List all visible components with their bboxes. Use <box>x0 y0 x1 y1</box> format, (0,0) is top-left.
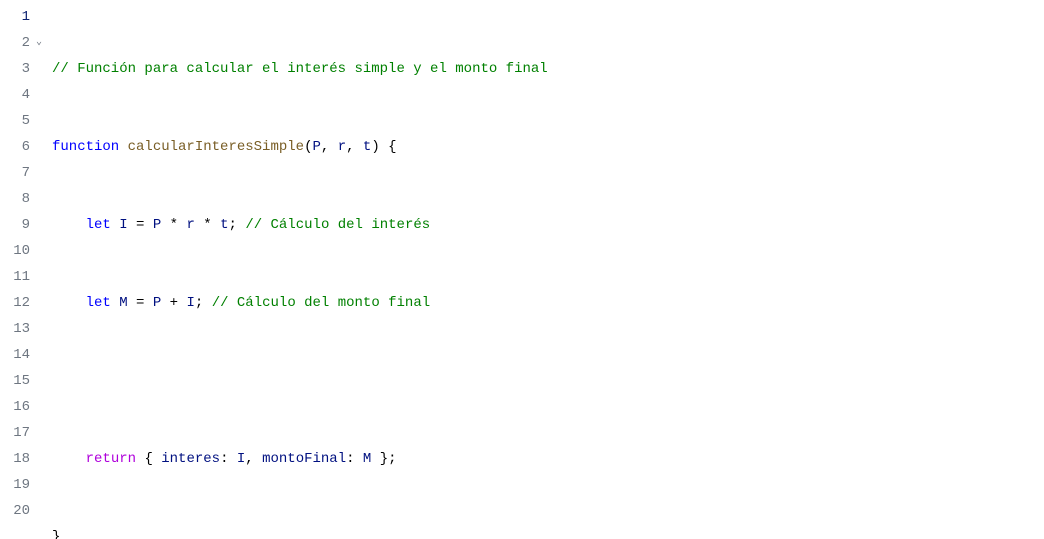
code-line: let M = P + I; // Cálculo del monto fina… <box>52 290 1044 316</box>
code-editor[interactable]: 1 2⌄ 3 4 5 6 7 8 9 10 11 12 13 14 15 16 … <box>0 0 1044 539</box>
fold-icon[interactable]: ⌄ <box>36 30 42 56</box>
line-number: 14 <box>0 342 40 368</box>
line-number: 6 <box>0 134 40 160</box>
code-line: let I = P * r * t; // Cálculo del interé… <box>52 212 1044 238</box>
line-number: 15 <box>0 368 40 394</box>
line-number: 3 <box>0 56 40 82</box>
code-line: } <box>52 524 1044 539</box>
code-content[interactable]: // Función para calcular el interés simp… <box>40 0 1044 539</box>
line-number: 9 <box>0 212 40 238</box>
line-number: 1 <box>0 4 40 30</box>
line-number-gutter: 1 2⌄ 3 4 5 6 7 8 9 10 11 12 13 14 15 16 … <box>0 0 40 539</box>
line-number: 10 <box>0 238 40 264</box>
line-number: 8 <box>0 186 40 212</box>
line-number: 13 <box>0 316 40 342</box>
line-number: 5 <box>0 108 40 134</box>
line-number: 12 <box>0 290 40 316</box>
line-number: 18 <box>0 446 40 472</box>
line-number: 17 <box>0 420 40 446</box>
code-line <box>52 368 1044 394</box>
line-number: 16 <box>0 394 40 420</box>
line-number: 4 <box>0 82 40 108</box>
line-number: 11 <box>0 264 40 290</box>
line-number: 19 <box>0 472 40 498</box>
line-number: 20 <box>0 498 40 524</box>
line-number: 2⌄ <box>0 30 40 56</box>
code-line: // Función para calcular el interés simp… <box>52 56 1044 82</box>
code-line: function calcularInteresSimple(P, r, t) … <box>52 134 1044 160</box>
line-number: 7 <box>0 160 40 186</box>
code-line: return { interes: I, montoFinal: M }; <box>52 446 1044 472</box>
